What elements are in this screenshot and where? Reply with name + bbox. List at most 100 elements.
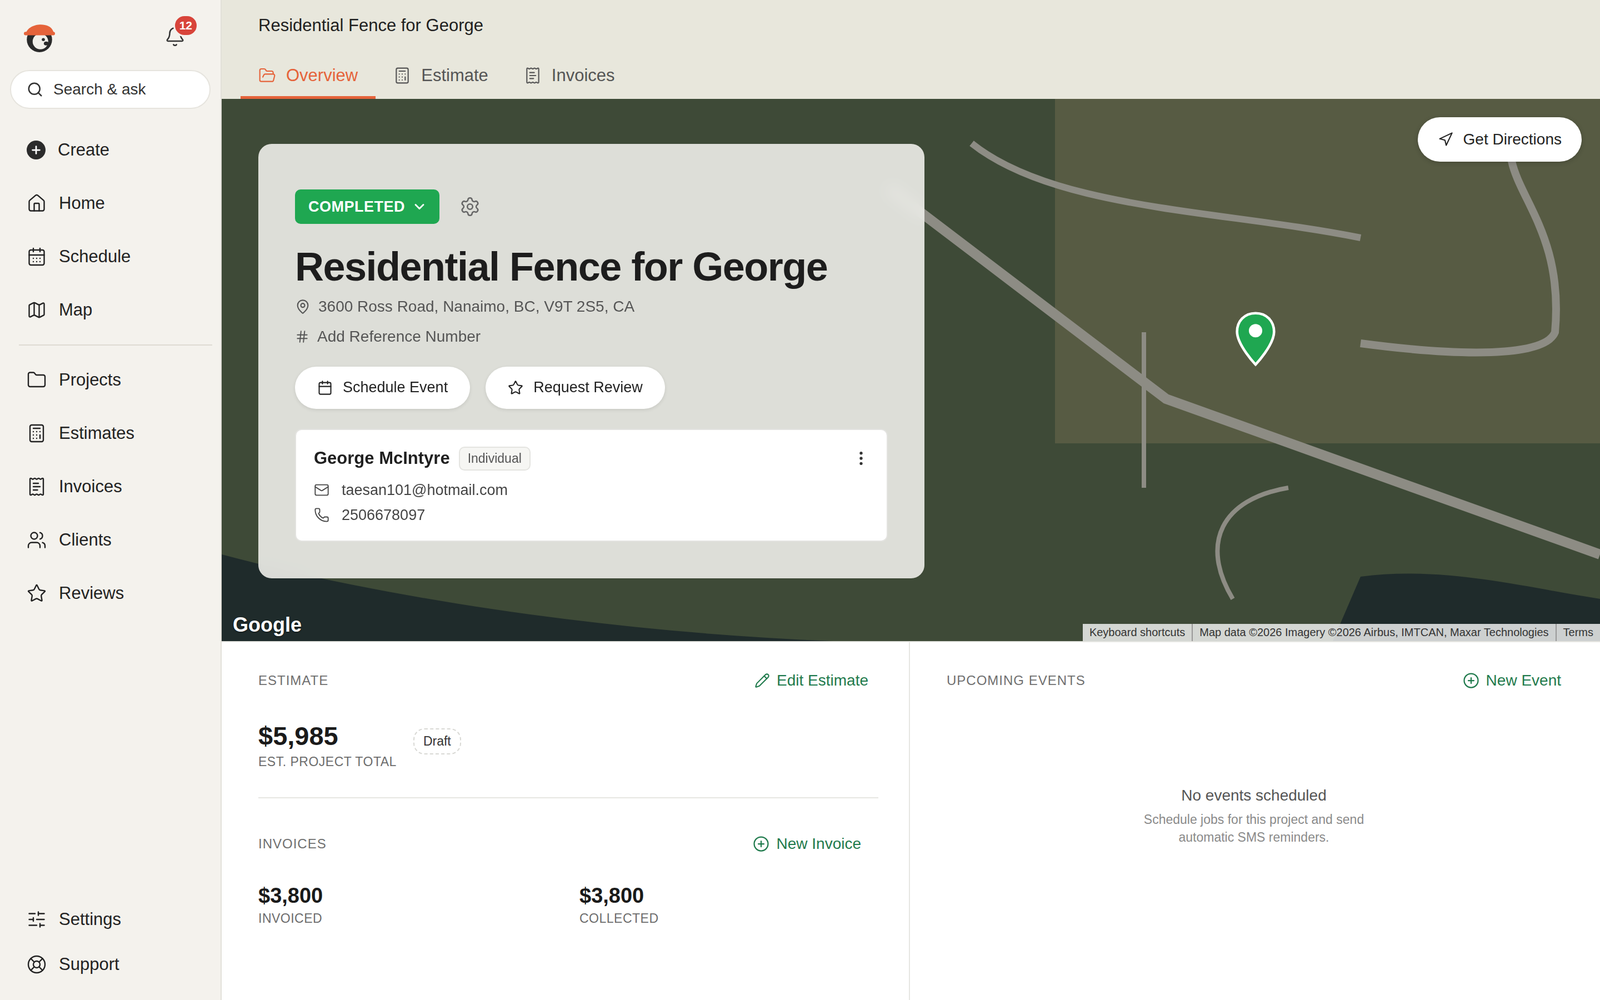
events-header: UPCOMING EVENTS New Event: [946, 667, 1562, 694]
pencil-icon: [754, 672, 770, 689]
sidebar-item[interactable]: Map: [10, 283, 211, 337]
section-label: ESTIMATE: [258, 672, 329, 689]
sidebar-item-label: Invoices: [58, 476, 123, 497]
chevron-down-icon: [411, 198, 428, 215]
phone-text: 2506678097: [341, 506, 425, 524]
action-button[interactable]: Request Review: [485, 366, 665, 409]
plus-circle-icon: [752, 835, 770, 853]
map-pin-icon: [295, 298, 311, 315]
sidebar-item-label: Settings: [58, 909, 122, 930]
client-name[interactable]: George McIntyre: [313, 448, 450, 469]
action-label: Request Review: [533, 378, 643, 397]
sliders-icon: [26, 909, 47, 930]
calculator-icon: [393, 66, 412, 85]
section-divider: [258, 797, 879, 799]
sidebar: 12 Search & ask Create Home Schedule Map Proje…: [0, 0, 222, 1000]
sidebar-item-label: Projects: [58, 370, 122, 390]
lifebuoy-icon: [26, 954, 47, 975]
client-head: George McIntyreIndividual: [313, 446, 870, 471]
status-dropdown[interactable]: COMPLETED: [295, 189, 440, 224]
finance-column: ESTIMATE Edit Estimate $5,985EST. PROJECT …: [221, 642, 910, 1000]
section-label: UPCOMING EVENTS: [946, 672, 1086, 689]
phone-icon: [313, 507, 330, 523]
invoice-stats: $3,800 INVOICED$3,800COLLECTED: [258, 883, 869, 927]
amount: $3,800: [258, 883, 580, 908]
section-label: INVOICES: [258, 836, 327, 852]
new-invoice-button[interactable]: New Invoice: [752, 835, 862, 853]
estimate-total: $5,985EST. PROJECT TOTAL: [258, 720, 397, 770]
address-text: 3600 Ross Road, Nanaimo, BC, V9T 2S5, CA: [318, 297, 635, 316]
footer-nav: Settings Support: [10, 896, 211, 987]
sidebar-item-label: Create: [57, 140, 110, 160]
tab[interactable]: Invoices: [506, 54, 633, 99]
invoices-header: INVOICES New Invoice: [258, 830, 869, 858]
main: Residential Fence for George OverviewEsti…: [221, 0, 1600, 1000]
new-event-button[interactable]: New Event: [1462, 671, 1562, 690]
folder-icon: [26, 370, 47, 390]
plus-circle-icon: [1462, 672, 1480, 689]
map[interactable]: COMPLETED Residential Fence for George 360…: [221, 98, 1600, 642]
empty-title: No events scheduled: [1181, 786, 1327, 805]
link-label: New Invoice: [776, 835, 862, 853]
tab-bar: OverviewEstimateInvoices: [221, 54, 1600, 99]
terms-link[interactable]: Terms: [1555, 623, 1600, 642]
client-card: George McIntyreIndividual taesan101@hotma…: [295, 428, 888, 542]
sidebar-item[interactable]: Create: [10, 123, 211, 177]
client-phone[interactable]: 2506678097: [313, 506, 870, 524]
tab[interactable]: Overview: [240, 54, 376, 99]
amount-label: COLLECTED: [579, 911, 869, 927]
sidebar-item[interactable]: Schedule: [10, 230, 211, 284]
search-box[interactable]: Search & ask: [10, 70, 211, 109]
tab[interactable]: Estimate: [375, 54, 507, 99]
events-column: UPCOMING EVENTS New Event No events schedu…: [910, 642, 1600, 1000]
map-attribution: Keyboard shortcutsMap data ©2026 Imagery…: [1082, 623, 1600, 642]
primary-nav: Create Home Schedule Map: [10, 123, 211, 337]
sidebar-item[interactable]: Home: [10, 176, 211, 230]
project-details: ESTIMATE Edit Estimate $5,985EST. PROJECT …: [221, 641, 1600, 1000]
estimate-status-badge: Draft: [413, 728, 462, 755]
status-label: COMPLETED: [308, 198, 405, 216]
invoice-stat: $3,800COLLECTED: [579, 883, 869, 927]
star-icon: [507, 380, 524, 396]
calculator-icon: [26, 423, 47, 444]
sidebar-item-label: Map: [58, 300, 93, 320]
project-actions: Schedule Event Request Review: [295, 366, 888, 409]
reference-text: Add Reference Number: [317, 327, 481, 346]
keyboard-shortcuts-link[interactable]: Keyboard shortcuts: [1082, 623, 1192, 642]
star-icon: [26, 583, 47, 604]
action-label: Schedule Event: [342, 378, 448, 397]
calendar-icon: [317, 380, 333, 396]
project-title: Residential Fence for George: [295, 243, 888, 290]
events-empty-state: No events scheduledSchedule jobs for thi…: [946, 693, 1562, 1000]
action-button[interactable]: Schedule Event: [295, 366, 470, 409]
map-icon: [26, 300, 47, 320]
sidebar-item[interactable]: Settings: [10, 896, 211, 942]
amount-label: INVOICED: [258, 911, 580, 927]
add-reference-button[interactable]: Add Reference Number: [295, 327, 888, 346]
sidebar-item-label: Schedule: [58, 246, 131, 267]
map-data-attribution[interactable]: Map data ©2026 Imagery ©2026 Airbus, IMT…: [1191, 623, 1555, 642]
estimate-header: ESTIMATE Edit Estimate: [258, 667, 869, 694]
location-pin-icon[interactable]: [1235, 311, 1277, 367]
status-row: COMPLETED: [295, 189, 888, 224]
sidebar-item[interactable]: Reviews: [10, 566, 211, 620]
get-directions-button[interactable]: Get Directions: [1417, 117, 1582, 162]
calendar-icon: [26, 246, 47, 267]
logo-icon[interactable]: [20, 17, 59, 57]
project-settings-button[interactable]: [459, 196, 481, 218]
sidebar-item-label: Support: [58, 954, 120, 975]
client-email[interactable]: taesan101@hotmail.com: [313, 481, 870, 499]
sidebar-item[interactable]: Support: [10, 941, 211, 987]
create-icon: [26, 140, 46, 160]
sidebar-item[interactable]: Projects: [10, 353, 211, 407]
notifications-button[interactable]: 12: [162, 24, 188, 49]
sidebar-item[interactable]: Invoices: [10, 460, 211, 514]
gear-icon: [459, 196, 481, 218]
edit-estimate-button[interactable]: Edit Estimate: [754, 671, 869, 690]
sidebar-item[interactable]: Clients: [10, 513, 211, 567]
client-menu-button[interactable]: [852, 449, 870, 468]
email-text: taesan101@hotmail.com: [341, 481, 508, 499]
home-icon: [26, 193, 47, 214]
sidebar-item[interactable]: Estimates: [10, 406, 211, 460]
amount: $5,985: [258, 720, 397, 752]
